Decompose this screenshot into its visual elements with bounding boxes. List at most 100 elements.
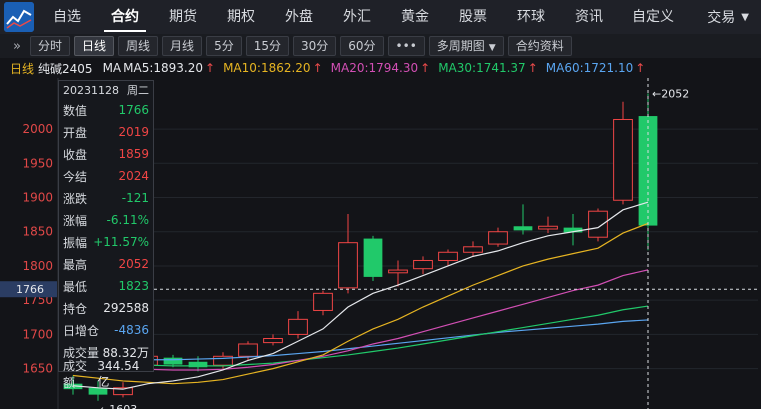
info-row-value: 344.54亿 [97,358,140,389]
info-row-value: 2024 [118,169,149,183]
info-row-label: 涨幅 [63,213,88,228]
period-toolbar: » 分时 日线 周线 月线 5分 15分 30分 60分 ••• 多周期图 ▼ 合约资料 [0,34,761,58]
period-button-2[interactable]: 周线 [118,36,159,56]
nav-item-5[interactable]: 外汇 [328,0,386,34]
nav-item-4[interactable]: 外盘 [270,0,328,34]
y-tick-label: 1950 [22,156,53,170]
candle-body [363,238,383,277]
period-button-5[interactable]: 15分 [245,36,289,56]
info-row-value: 1766 [118,103,149,117]
candle-body [588,210,608,238]
period-button-1[interactable]: 日线 [74,36,115,56]
arrow-up-icon: ↑ [205,61,216,75]
high-marker-label: ←2052 [652,87,689,100]
ma5-line [72,201,649,390]
y-tick-label: 1800 [22,259,53,273]
info-row-label: 收盘 [63,147,88,162]
candle-body [413,259,433,270]
arrow-up-icon: ↑ [527,61,538,75]
info-row-value: 292588 [103,301,149,315]
nav-item-3[interactable]: 期权 [212,0,270,34]
trade-menu-label: 交易 [707,10,736,26]
nav-item-2[interactable]: 期货 [154,0,212,34]
nav-item-8[interactable]: 环球 [502,0,560,34]
info-row: 持仓 292588 [59,297,153,319]
legend-ma-label: MA [102,61,122,75]
candle-body [513,226,533,231]
info-row: 成交额 344.54亿 [59,359,153,391]
top-nav: 自选 合约 期货 期权 外盘 外汇 黄金 股票 环球 资讯 自定义 交易 ▼ [0,0,761,34]
nav-item-1[interactable]: 合约 [96,0,154,34]
info-row-value: -4836 [114,323,149,337]
multi-period-button[interactable]: 多周期图 ▼ [428,36,504,56]
nav-item-9[interactable]: 资讯 [560,0,618,34]
crosshair-value-label: 1766 [16,283,44,296]
y-tick-label: 1650 [22,362,53,376]
info-row: 收盘 1859 [59,143,153,165]
nav-item-0[interactable]: 自选 [38,0,96,34]
info-row-value: 2019 [118,125,149,139]
candle-body [538,225,558,230]
info-row-value: -121 [121,191,149,205]
y-tick-label: 1850 [22,225,53,239]
y-tick-label: 2000 [22,122,53,136]
info-row: 振幅 +11.57% [59,231,153,253]
contract-info-button[interactable]: 合约资料 [507,36,572,56]
nav-item-6[interactable]: 黄金 [386,0,444,34]
period-button-0[interactable]: 分时 [30,36,71,56]
info-row-value: 1859 [118,147,149,161]
candle-body [388,269,408,274]
info-row-value: -6.11% [106,213,149,227]
info-row-label: 涨跌 [63,191,88,206]
ma30-line [72,305,649,367]
y-tick-label: 1700 [22,327,53,341]
arrow-up-icon: ↑ [635,61,646,75]
legend-ma5: MA5:1893.20 [123,61,203,75]
info-row: 涨跌 -121 [59,187,153,209]
low-marker-label: ←1603 [100,403,137,409]
info-row-value: 2052 [118,257,149,271]
info-row-label: 日增仓 [63,323,100,338]
period-button-4[interactable]: 5分 [206,36,242,56]
info-row-label: 最低 [63,279,88,294]
info-row-label: 持仓 [63,301,88,316]
info-row-label: 成交额 [63,359,88,390]
info-row: 最低 1823 [59,275,153,297]
info-row-label: 振幅 [63,235,88,250]
candle-body [488,231,508,245]
candle-body [313,292,333,311]
candle-body [338,242,358,289]
multi-period-label: 多周期图 [436,39,485,53]
expand-icon[interactable]: » [8,39,26,54]
bar-info-panel: 20231128 周二 数值 1766 开盘 2019 收盘 1859 今结 2024 涨跌 -1… [58,80,154,390]
y-tick-label: 1900 [22,191,53,205]
info-row-label: 数值 [63,103,88,118]
info-date: 20231128 [63,83,119,97]
arrow-up-icon: ↑ [312,61,323,75]
legend-ma10: MA10:1862.20 [223,61,311,75]
more-periods-button[interactable]: ••• [387,36,425,56]
info-row: 开盘 2019 [59,121,153,143]
legend-contract: 纯碱2405 [38,61,93,76]
info-row: 日增仓 -4836 [59,319,153,341]
nav-item-10[interactable]: 自定义 [618,0,688,34]
trade-menu[interactable]: 交易 ▼ [707,7,749,27]
chevron-down-icon: ▼ [488,43,496,53]
info-row: 今结 2024 [59,165,153,187]
info-row-label: 开盘 [63,125,88,140]
candle-body [613,118,633,201]
nav-item-7[interactable]: 股票 [444,0,502,34]
legend-ma30: MA30:1741.37 [438,61,526,75]
period-button-6[interactable]: 30分 [292,36,337,56]
candle-body [463,246,483,253]
info-header: 20231128 周二 [59,81,153,99]
period-button-3[interactable]: 月线 [162,36,203,56]
candle-body [263,338,283,344]
app-logo-icon[interactable] [4,2,34,32]
legend-period: 日线 [10,61,35,76]
candle-body [288,318,308,335]
info-row-label: 最高 [63,257,88,272]
info-row-value: 1823 [118,279,149,293]
legend-ma20: MA20:1794.30 [330,61,419,75]
period-button-7[interactable]: 60分 [340,36,384,56]
